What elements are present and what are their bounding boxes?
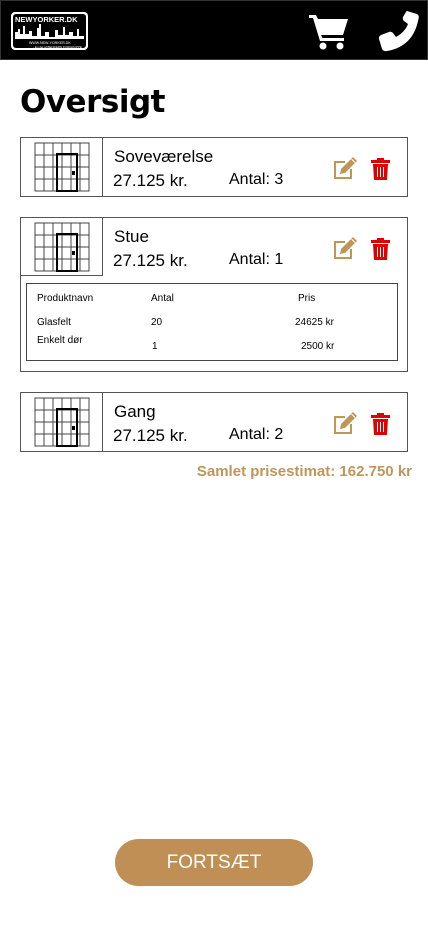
edit-button[interactable]: [332, 236, 358, 260]
door-grid-icon: [34, 142, 90, 192]
delete-button[interactable]: [371, 238, 390, 260]
product-name: Glasfelt: [37, 317, 71, 328]
total-estimate: Samlet prisestimat: 162.750 kr: [196, 463, 412, 480]
door-grid-icon: [34, 397, 90, 447]
page-title: Oversigt: [20, 84, 165, 120]
room-name: Gang: [114, 402, 156, 421]
column-header-price: Pris: [298, 293, 316, 304]
trash-icon: [371, 413, 390, 435]
shopping-cart-icon: [309, 15, 348, 50]
door-thumbnail: [21, 218, 103, 276]
product-quantity: 1: [152, 341, 158, 352]
product-details-table: Produktnavn Antal Pris Glasfelt 20 24625…: [26, 283, 398, 361]
room-price: 27.125 kr.: [113, 171, 188, 190]
door-grid-icon: [34, 222, 90, 272]
phone-button[interactable]: [377, 9, 421, 53]
door-thumbnail: [21, 138, 103, 196]
product-name: Enkelt dør: [37, 335, 83, 346]
room-card: Gang 27.125 kr. Antal: 2: [20, 392, 408, 452]
delete-button[interactable]: [371, 158, 390, 180]
edit-button[interactable]: [332, 156, 358, 180]
product-price: 24625 kr: [295, 317, 334, 328]
room-quantity: Antal: 3: [229, 171, 284, 188]
top-bar: NEWYORKER.DK WWW.NEW-YORKER.DK - En del …: [0, 0, 428, 60]
svg-text:NEWYORKER.DK: NEWYORKER.DK: [15, 15, 78, 24]
edit-icon: [334, 412, 357, 434]
cart-button[interactable]: [307, 11, 351, 51]
phone-icon: [378, 11, 419, 52]
continue-button[interactable]: FORTSÆT: [115, 839, 313, 886]
room-name: Stue: [114, 227, 149, 246]
trash-icon: [371, 158, 390, 180]
column-header-quantity: Antal: [151, 293, 174, 304]
room-quantity: Antal: 2: [229, 426, 284, 443]
svg-text:- En del af BENDERS FORGRUPPE: - En del af BENDERS FORGRUPPE: [33, 45, 82, 49]
edit-icon: [334, 237, 357, 259]
room-quantity: Antal: 1: [229, 251, 284, 268]
room-name: Soveværelse: [114, 147, 214, 166]
room-price: 27.125 kr.: [113, 251, 188, 270]
delete-button[interactable]: [371, 413, 390, 435]
logo-graphic: NEWYORKER.DK WWW.NEW-YORKER.DK - En del …: [11, 12, 88, 50]
newyorker-logo[interactable]: NEWYORKER.DK WWW.NEW-YORKER.DK - En del …: [11, 12, 88, 50]
room-card-expanded: Stue 27.125 kr. Antal: 1 Produktnavn Ant…: [20, 217, 408, 372]
trash-icon: [371, 238, 390, 260]
room-price: 27.125 kr.: [113, 426, 188, 445]
product-quantity: 20: [151, 317, 163, 328]
column-header-product: Produktnavn: [37, 293, 94, 304]
edit-button[interactable]: [332, 411, 358, 435]
product-price: 2500 kr: [301, 341, 335, 352]
door-thumbnail: [21, 393, 103, 451]
room-card: Soveværelse 27.125 kr. Antal: 3: [20, 137, 408, 197]
edit-icon: [334, 157, 357, 179]
